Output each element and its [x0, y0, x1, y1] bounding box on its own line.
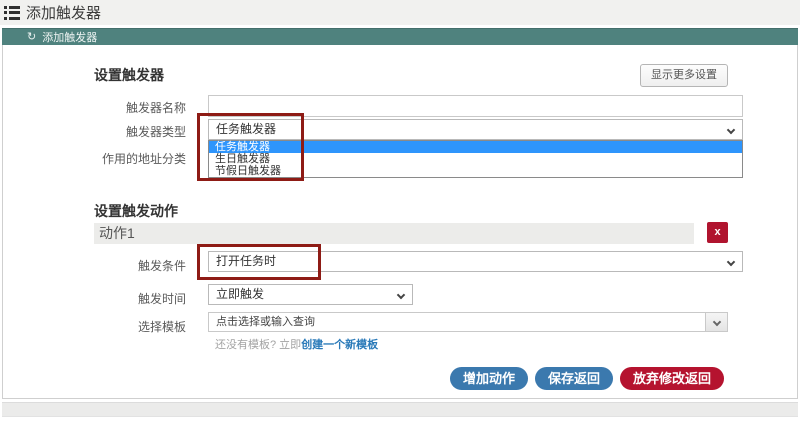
next-section-strip: [2, 402, 798, 417]
time-select[interactable]: 立即触发: [208, 284, 413, 305]
breadcrumb: 添加触发器: [42, 32, 98, 44]
add-action-button[interactable]: 增加动作: [449, 367, 528, 390]
section-heading-action: 设置触发动作: [94, 203, 178, 219]
show-more-settings-button[interactable]: 显示更多设置: [640, 64, 728, 87]
annotation-box-condition: [197, 244, 321, 280]
page-title: 添加触发器: [26, 5, 102, 22]
template-label: 选择模板: [137, 320, 186, 334]
create-template-link[interactable]: 创建一个新模板: [301, 339, 378, 351]
discard-return-button[interactable]: 放弃修改返回: [619, 367, 724, 390]
action-header: 动作1: [94, 223, 694, 244]
condition-label: 触发条件: [137, 259, 186, 273]
title-bar: 添加触发器: [0, 0, 800, 25]
trigger-name-label: 触发器名称: [125, 101, 186, 115]
time-label: 触发时间: [137, 292, 186, 306]
breadcrumb-bar: ↻ 添加触发器: [2, 28, 798, 45]
template-combobox[interactable]: 点击选择或输入查询: [208, 312, 728, 332]
list-icon: [4, 5, 21, 20]
save-return-button[interactable]: 保存返回: [534, 367, 613, 390]
page: 添加触发器 ↻ 添加触发器 设置触发器 显示更多设置 触发器名称 触发器类型 任…: [0, 0, 800, 430]
form-panel: 设置触发器 显示更多设置 触发器名称 触发器类型 任务触发器 任务触发器 生日触…: [2, 45, 798, 399]
trigger-icon: ↻: [27, 30, 37, 43]
annotation-box-trigger-type: [197, 113, 304, 181]
footer-buttons: 增加动作 保存返回 放弃修改返回: [449, 367, 724, 390]
chevron-down-icon: [712, 317, 722, 327]
template-hint-text: 还没有模板? 立即: [215, 339, 302, 351]
section-heading-trigger: 设置触发器: [94, 67, 164, 83]
chevron-down-icon: [726, 257, 736, 267]
template-placeholder: 点击选择或输入查询: [216, 316, 315, 328]
template-hint: 还没有模板? 立即创建一个新模板: [215, 336, 378, 352]
address-category-label: 作用的地址分类: [101, 152, 186, 166]
chevron-down-icon: [726, 125, 736, 135]
template-dropdown-button[interactable]: [705, 313, 727, 331]
trigger-type-label: 触发器类型: [125, 125, 186, 139]
time-selected-value: 立即触发: [216, 287, 265, 301]
chevron-down-icon: [396, 290, 406, 300]
remove-action-button[interactable]: x: [707, 222, 728, 243]
